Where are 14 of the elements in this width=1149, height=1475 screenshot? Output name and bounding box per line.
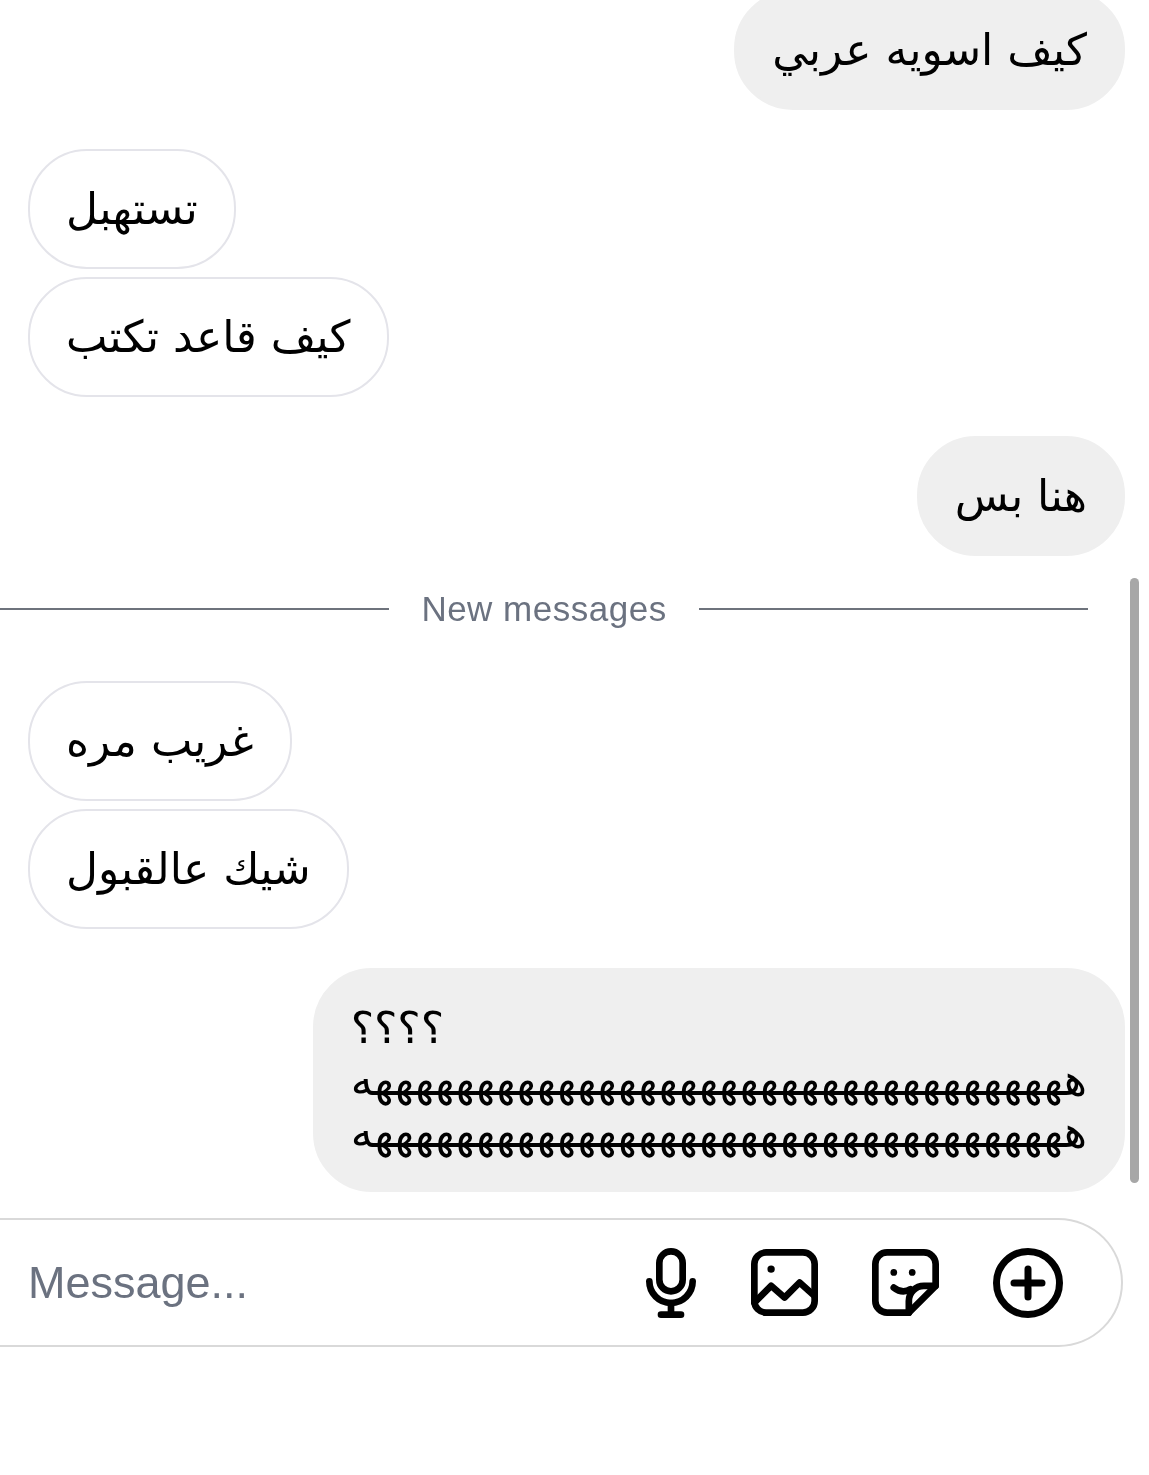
scrollbar[interactable] bbox=[1130, 578, 1139, 1183]
message-bubble: كيف قاعد تكتب bbox=[28, 277, 389, 397]
message-bubble: تستهبل bbox=[28, 149, 236, 269]
add-icon[interactable] bbox=[993, 1247, 1063, 1318]
message-input[interactable]: Message... bbox=[28, 1256, 591, 1309]
message-bubble: غريب مره bbox=[28, 681, 292, 801]
microphone-icon[interactable] bbox=[645, 1247, 697, 1318]
message-bubble: ؟؟؟؟ هههههههههههههههههههههههههههههههههههه هههههههههههههههههههههههههههههههههههه bbox=[312, 968, 1125, 1192]
message-bubble: هنا بس bbox=[916, 436, 1125, 556]
message-bubble: كيف اسويه عربي bbox=[734, 0, 1125, 110]
message-bubble: شيك عالقبول bbox=[28, 809, 349, 929]
image-icon[interactable] bbox=[751, 1249, 818, 1316]
new-messages-label: New messages bbox=[421, 589, 667, 629]
sticker-icon[interactable] bbox=[872, 1249, 939, 1316]
